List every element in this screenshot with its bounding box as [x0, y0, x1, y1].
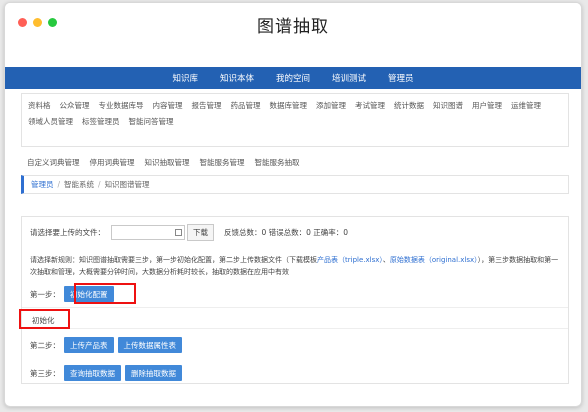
window-title: 图谱抽取: [257, 17, 329, 37]
menu-item[interactable]: 内容管理: [153, 100, 183, 111]
sub-menu-item[interactable]: 知识抽取管理: [145, 157, 190, 168]
extraction-form-panel: 请选择要上传的文件： 下载 反馈总数：0 错误总数：0 正确率：0 请选择新规则…: [19, 216, 569, 384]
title-bar: 图谱抽取: [5, 3, 581, 43]
menu-item[interactable]: 专业数据库导: [99, 100, 144, 111]
sub-menu-item[interactable]: 自定义词典管理: [27, 157, 80, 168]
sub-menu-item[interactable]: 停用词典管理: [90, 157, 135, 168]
upload-attribute-table-button[interactable]: 上传数据属性表: [117, 337, 182, 353]
menu-item[interactable]: 数据库管理: [270, 100, 308, 111]
browser-window: 图谱抽取 知识库 知识本体 我的空间 培训测试 管理员 资料格 公众管理 专业数…: [4, 2, 582, 407]
menu-item[interactable]: 资料格: [28, 100, 51, 111]
status-row: 初始化: [19, 307, 568, 329]
menu-item[interactable]: 领域人员管理: [28, 116, 73, 127]
menu-item[interactable]: 知识图谱: [433, 100, 463, 111]
sub-menu-item[interactable]: 智能服务管理: [200, 157, 245, 168]
nav-item-training[interactable]: 培训测试: [332, 72, 366, 84]
step3-row: 第三步： 查询抽取数据 删除抽取数据: [30, 363, 182, 383]
instructions-separator: 、: [382, 256, 390, 264]
breadcrumb-separator: /: [98, 180, 101, 189]
nav-item-knowledge-base[interactable]: 知识库: [172, 72, 198, 84]
step2-row: 第二步： 上传产品表 上传数据属性表: [30, 335, 182, 355]
menu-item[interactable]: 考试管理: [355, 100, 385, 111]
file-picker-icon[interactable]: [175, 228, 182, 236]
step3-label: 第三步：: [30, 368, 60, 378]
admin-menu-row: 资料格 公众管理 专业数据库导 内容管理 报告管理 药品管理 数据库管理 添加管…: [28, 100, 562, 127]
admin-menu-panel: 资料格 公众管理 专业数据库导 内容管理 报告管理 药品管理 数据库管理 添加管…: [21, 93, 569, 147]
upload-product-table-button[interactable]: 上传产品表: [64, 337, 114, 353]
menu-item[interactable]: 智能问答管理: [129, 116, 174, 127]
nav-item-my-space[interactable]: 我的空间: [276, 72, 310, 84]
sub-menu-item[interactable]: 智能服务抽取: [255, 157, 300, 168]
instructions-intro: 请选择新规则：知识图谱抽取需要三步，第一步初始化配置，第二步上传数据文件（下载模…: [30, 256, 317, 264]
menu-item[interactable]: 公众管理: [60, 100, 90, 111]
step1-label: 第一步：: [30, 289, 60, 299]
menu-item[interactable]: 报告管理: [192, 100, 222, 111]
breadcrumb-current: 知识图谱管理: [104, 180, 150, 189]
nav-item-admin[interactable]: 管理员: [388, 72, 414, 84]
delete-extracted-button[interactable]: 删除抽取数据: [125, 365, 182, 381]
breadcrumb-home[interactable]: 管理员: [31, 179, 54, 190]
breadcrumb-separator: /: [57, 180, 61, 189]
instructions-text: 请选择新规则：知识图谱抽取需要三步，第一步初始化配置，第二步上传数据文件（下载模…: [30, 254, 560, 278]
sub-menu-row: 自定义词典管理 停用词典管理 知识抽取管理 智能服务管理 智能服务抽取: [27, 157, 300, 168]
query-extracted-button[interactable]: 查询抽取数据: [64, 365, 121, 381]
upload-row: 请选择要上传的文件： 下载 反馈总数：0 错误总数：0 正确率：0: [30, 223, 348, 241]
highlight-box: [19, 309, 70, 329]
menu-item[interactable]: 药品管理: [231, 100, 261, 111]
template-link-original[interactable]: 原始数据表（original.xlsx）: [390, 256, 478, 264]
menu-item[interactable]: 用户管理: [472, 100, 502, 111]
file-input[interactable]: [111, 224, 185, 240]
breadcrumb: 管理员 / 智能系统 / 知识图谱管理: [21, 175, 569, 194]
highlight-box: [74, 283, 136, 304]
upload-label: 请选择要上传的文件：: [30, 227, 105, 237]
download-button[interactable]: 下载: [187, 223, 214, 241]
breadcrumb-section[interactable]: 智能系统: [64, 179, 94, 190]
menu-item[interactable]: 运维管理: [511, 100, 541, 111]
template-link-triple[interactable]: 产品表（triple.xlsx）: [317, 256, 383, 264]
step2-label: 第二步：: [30, 340, 60, 350]
top-navbar: 知识库 知识本体 我的空间 培训测试 管理员: [5, 67, 581, 89]
menu-item[interactable]: 标签管理员: [82, 116, 120, 127]
menu-item[interactable]: 添加管理: [316, 100, 346, 111]
menu-item[interactable]: 统计数据: [394, 100, 424, 111]
feedback-stats: 反馈总数：0 错误总数：0 正确率：0: [224, 227, 349, 237]
nav-item-ontology[interactable]: 知识本体: [220, 72, 254, 84]
